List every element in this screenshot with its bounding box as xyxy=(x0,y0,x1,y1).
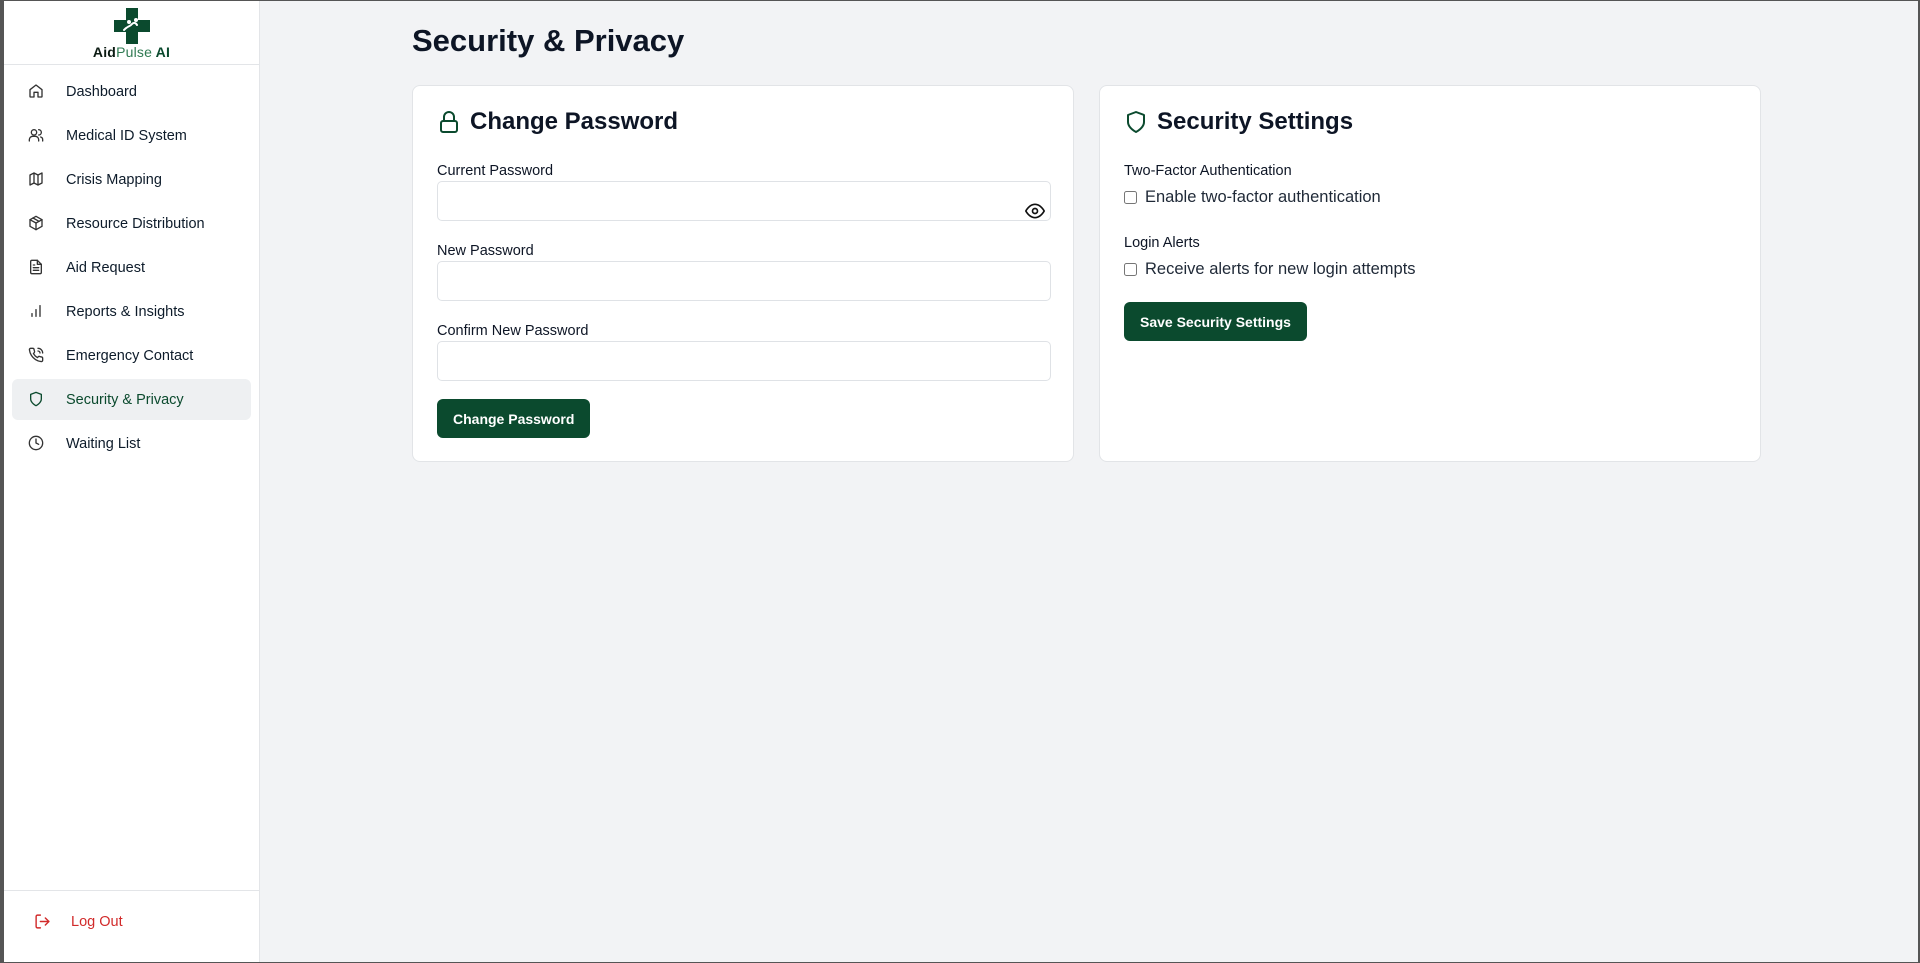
two-factor-heading: Two-Factor Authentication xyxy=(1124,163,1292,179)
sidebar-item-security-privacy[interactable]: Security & Privacy xyxy=(12,379,251,420)
sidebar-item-resource-distribution[interactable]: Resource Distribution xyxy=(12,203,251,244)
page-title: Security & Privacy xyxy=(412,23,685,58)
logout-icon xyxy=(35,914,50,929)
medical-cross-logo-icon xyxy=(113,8,150,44)
phone-call-icon xyxy=(28,347,46,365)
sidebar-item-crisis-mapping[interactable]: Crisis Mapping xyxy=(12,159,251,200)
sidebar-item-label: Reports & Insights xyxy=(66,303,185,320)
sidebar: AidPulse AI Dashboard Medical ID System … xyxy=(4,1,260,962)
sidebar-item-reports-insights[interactable]: Reports & Insights xyxy=(12,291,251,332)
sidebar-item-label: Resource Distribution xyxy=(66,215,205,232)
current-password-input[interactable] xyxy=(437,181,1051,221)
sidebar-item-medical-id-system[interactable]: Medical ID System xyxy=(12,115,251,156)
login-alerts-heading: Login Alerts xyxy=(1124,235,1200,251)
new-password-input[interactable] xyxy=(437,261,1051,301)
clock-icon xyxy=(28,435,46,453)
logout-button[interactable]: Log Out xyxy=(34,913,123,930)
lock-icon xyxy=(440,111,458,133)
bar-chart-icon xyxy=(28,303,46,321)
change-password-button[interactable]: Change Password xyxy=(437,399,591,438)
home-icon xyxy=(28,83,46,101)
sidebar-item-label: Medical ID System xyxy=(66,127,187,144)
login-alerts-checkbox[interactable] xyxy=(1124,263,1137,276)
change-password-header: Change Password xyxy=(437,108,678,136)
brand-name: AidPulse AI xyxy=(93,44,170,60)
login-alerts-option[interactable]: Receive alerts for new login attempts xyxy=(1124,260,1416,279)
brand-name-part2: Pulse xyxy=(116,44,153,60)
sidebar-item-waiting-list[interactable]: Waiting List xyxy=(12,423,251,464)
app-window: AidPulse AI Dashboard Medical ID System … xyxy=(4,1,1918,962)
users-icon xyxy=(28,127,46,145)
sidebar-item-label: Emergency Contact xyxy=(66,347,194,364)
brand-name-part3: AI xyxy=(152,44,171,60)
shield-icon xyxy=(28,391,46,409)
two-factor-checkbox[interactable] xyxy=(1124,191,1137,204)
new-password-label: New Password xyxy=(437,243,534,259)
save-security-settings-button[interactable]: Save Security Settings xyxy=(1124,302,1307,341)
confirm-password-input[interactable] xyxy=(437,341,1051,381)
sidebar-item-dashboard[interactable]: Dashboard xyxy=(12,71,251,112)
current-password-label: Current Password xyxy=(437,163,554,179)
brand-logo[interactable]: AidPulse AI xyxy=(4,1,259,65)
security-settings-header: Security Settings xyxy=(1124,108,1353,136)
sidebar-item-label: Aid Request xyxy=(66,259,145,276)
change-password-title: Change Password xyxy=(470,108,679,135)
change-password-card: Change Password Current Password New Pas… xyxy=(412,85,1074,462)
shield-icon xyxy=(1127,111,1145,133)
confirm-password-label: Confirm New Password xyxy=(437,323,589,339)
two-factor-option[interactable]: Enable two-factor authentication xyxy=(1124,188,1381,207)
sidebar-item-label: Waiting List xyxy=(66,435,141,452)
sidebar-nav: Dashboard Medical ID System Crisis Mappi… xyxy=(12,71,251,467)
map-icon xyxy=(28,171,46,189)
show-password-toggle[interactable] xyxy=(1025,201,1045,221)
sidebar-item-label: Crisis Mapping xyxy=(66,171,162,188)
sidebar-item-aid-request[interactable]: Aid Request xyxy=(12,247,251,288)
eye-icon xyxy=(1025,203,1045,219)
sidebar-item-emergency-contact[interactable]: Emergency Contact xyxy=(12,335,251,376)
two-factor-option-label: Enable two-factor authentication xyxy=(1145,188,1381,206)
logout-label: Log Out xyxy=(71,913,123,930)
sidebar-footer: Log Out xyxy=(4,890,259,962)
login-alerts-option-label: Receive alerts for new login attempts xyxy=(1145,260,1416,278)
brand-name-part1: Aid xyxy=(92,44,117,60)
security-settings-title: Security Settings xyxy=(1157,108,1354,135)
security-settings-card: Security Settings Two-Factor Authenticat… xyxy=(1099,85,1761,462)
package-icon xyxy=(28,215,46,233)
file-text-icon xyxy=(28,259,46,277)
sidebar-item-label: Security & Privacy xyxy=(66,391,184,408)
sidebar-item-label: Dashboard xyxy=(66,83,137,100)
